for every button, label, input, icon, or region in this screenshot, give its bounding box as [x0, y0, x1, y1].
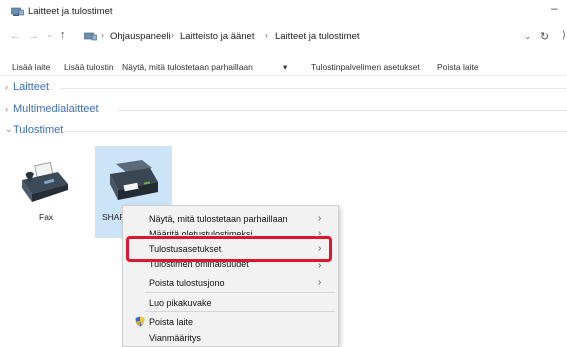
shield-icon — [135, 316, 145, 327]
group-multimedia[interactable]: › Multimedialaitteet — [0, 103, 567, 117]
see-whats-printing-button[interactable]: Näytä, mitä tulostetaan parhaillaan — [122, 62, 253, 72]
recent-locations-button[interactable]: ⌄ — [46, 29, 54, 40]
remove-device-button[interactable]: Poista laite — [437, 62, 479, 72]
refresh-button[interactable]: ↻ — [540, 30, 549, 43]
chevron-right-icon: › — [5, 104, 8, 114]
forward-button[interactable]: → — [28, 30, 39, 42]
menu-item-remove-print-queue[interactable]: Poista tulostusjono — [149, 278, 225, 288]
group-divider — [64, 131, 567, 132]
menu-item-troubleshoot[interactable]: Vianmääritys — [149, 333, 201, 343]
group-printers[interactable]: ⌄ Tulostimet — [0, 124, 567, 138]
group-divider — [60, 88, 567, 89]
menu-item-see-whats-printing[interactable]: Näytä, mitä tulostetaan parhaillaan — [149, 214, 288, 224]
breadcrumb-control-panel[interactable]: Ohjauspaneeli — [110, 31, 171, 42]
submenu-arrow-icon: › — [318, 243, 322, 254]
submenu-arrow-icon: › — [318, 228, 322, 235]
address-dropdown-button[interactable]: ⌄ — [524, 31, 532, 42]
fax-icon[interactable] — [18, 158, 70, 206]
up-button[interactable]: ↑ — [60, 29, 66, 41]
breadcrumb-separator: › — [265, 30, 268, 40]
group-multimedia-label: Multimedialaitteet — [13, 103, 99, 115]
submenu-arrow-icon: › — [318, 213, 322, 224]
breadcrumb-separator: › — [101, 30, 104, 40]
menu-item-printer-properties[interactable]: Tulostimen ominaisuudet — [149, 262, 249, 269]
breadcrumb-devices-printers[interactable]: Laitteet ja tulostimet — [275, 31, 360, 42]
fax-label: Fax — [39, 212, 54, 222]
menu-item-remove-device[interactable]: Poista laite — [149, 317, 193, 327]
window-title: Laitteet ja tulostimet — [28, 6, 113, 17]
group-printers-label: Tulostimet — [13, 124, 64, 136]
print-server-properties-button[interactable]: Tulostinpalvelimen asetukset — [311, 62, 420, 72]
chevron-down-icon: ⌄ — [5, 124, 13, 134]
see-whats-printing-arrow[interactable]: ▾ — [283, 62, 287, 73]
minimize-button[interactable]: – — [551, 1, 558, 15]
chevron-right-icon: › — [5, 82, 8, 92]
add-device-button[interactable]: Lisää laite — [12, 62, 50, 72]
printer-icon[interactable] — [104, 158, 162, 204]
search-box-edge[interactable]: ⟩ — [562, 30, 566, 41]
group-devices-label: Laitteet — [13, 81, 50, 93]
group-divider — [118, 110, 567, 111]
menu-item-printing-preferences[interactable]: Tulostusasetukset — [149, 244, 221, 254]
submenu-arrow-icon: › — [318, 260, 322, 270]
menu-item-create-shortcut[interactable]: Luo pikakuvake — [149, 298, 212, 308]
breadcrumb-separator: › — [171, 30, 174, 40]
menu-separator — [145, 311, 335, 312]
group-devices[interactable]: › Laitteet — [0, 81, 567, 95]
add-printer-button[interactable]: Lisää tulostin — [64, 62, 114, 72]
title-bar: Laitteet ja tulostimet – — [0, 0, 567, 22]
devices-printers-icon — [11, 7, 24, 16]
back-button[interactable]: ← — [10, 30, 21, 42]
menu-item-set-default-printer[interactable]: Määritä oletustulostimeksi — [149, 229, 253, 235]
control-panel-icon — [84, 32, 97, 41]
breadcrumb-hardware-sound[interactable]: Laitteisto ja äänet — [180, 31, 254, 42]
submenu-arrow-icon: › — [318, 277, 322, 288]
menu-separator — [145, 292, 335, 293]
